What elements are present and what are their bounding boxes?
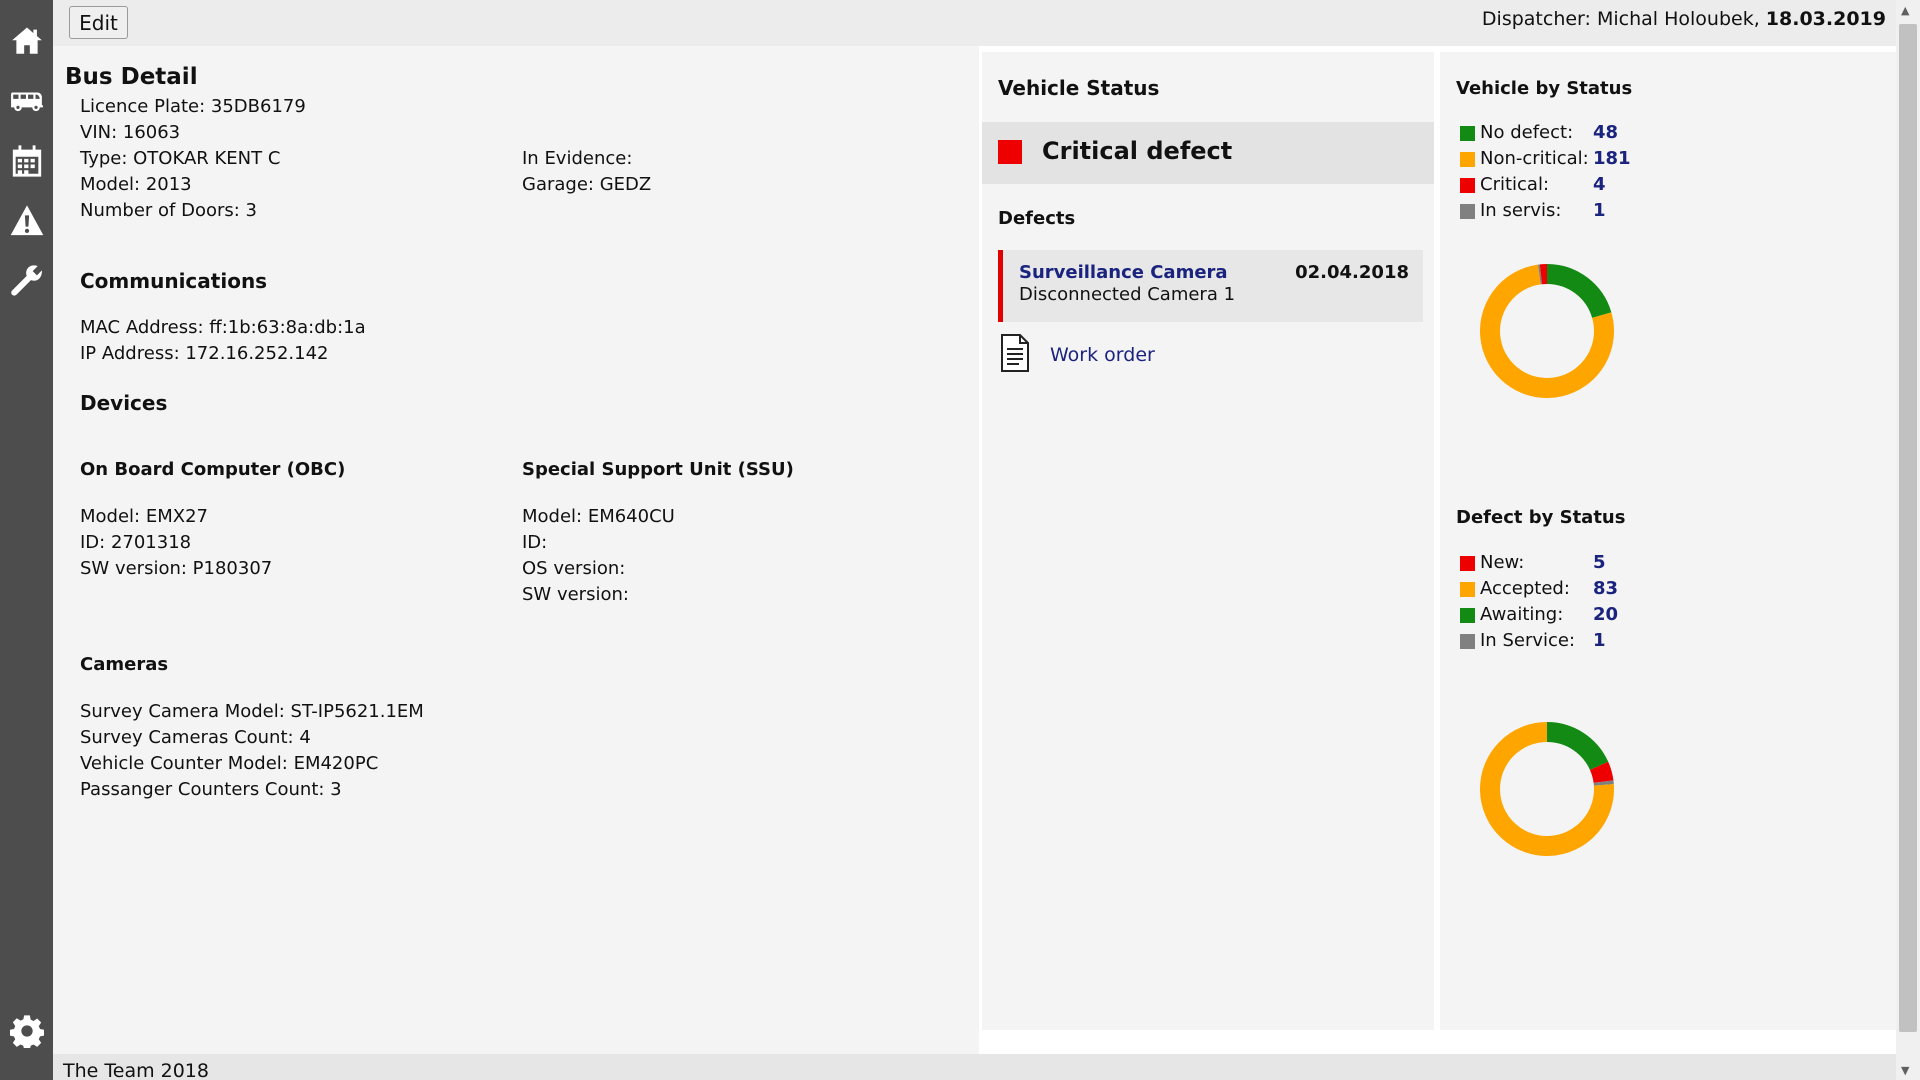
vertical-scrollbar[interactable]: ▲ ▼ bbox=[1896, 0, 1920, 1080]
defect-date: 02.04.2018 bbox=[1295, 262, 1409, 283]
ssu-model: Model: EM640CU bbox=[522, 506, 675, 527]
passenger-counters-count: Passanger Counters Count: 3 bbox=[80, 779, 342, 800]
bus-model: Model: 2013 bbox=[80, 174, 192, 195]
legend-value-link[interactable]: 48 bbox=[1593, 122, 1618, 143]
nav-calendar[interactable] bbox=[0, 136, 53, 186]
nav-alerts[interactable] bbox=[0, 196, 53, 246]
footer-text: The Team 2018 bbox=[63, 1060, 209, 1080]
legend-label: New: bbox=[1480, 552, 1525, 573]
in-evidence: In Evidence: bbox=[522, 148, 633, 169]
legend-value-link[interactable]: 1 bbox=[1593, 200, 1606, 221]
defect-description: Disconnected Camera 1 bbox=[1019, 284, 1236, 305]
legend-color-swatch bbox=[1460, 204, 1475, 219]
legend-value-link[interactable]: 1 bbox=[1593, 630, 1606, 651]
donut-slice bbox=[1546, 722, 1609, 771]
legend-label: Awaiting: bbox=[1480, 604, 1564, 625]
legend-value-link[interactable]: 181 bbox=[1593, 148, 1631, 169]
scroll-down-arrow-icon[interactable]: ▼ bbox=[1901, 1064, 1909, 1077]
legend-label: In Service: bbox=[1480, 630, 1576, 651]
obc-title: On Board Computer (OBC) bbox=[80, 459, 346, 480]
bus-icon bbox=[10, 92, 43, 112]
obc-id: ID: 2701318 bbox=[80, 532, 192, 553]
ssu-id: ID: bbox=[522, 532, 548, 553]
defects-title: Defects bbox=[998, 208, 1076, 229]
left-nav-rail bbox=[0, 0, 53, 1080]
legend-color-swatch bbox=[1460, 582, 1475, 597]
bus-detail-title: Bus Detail bbox=[65, 64, 198, 90]
ssu-title: Special Support Unit (SSU) bbox=[522, 459, 794, 480]
legend-color-swatch bbox=[1460, 126, 1475, 141]
dispatcher-info: Dispatcher: Michal Holoubek, 18.03.2019 bbox=[1482, 8, 1886, 30]
legend-color-swatch bbox=[1460, 556, 1475, 571]
bus-detail-panel: Bus Detail Licence Plate: 35DB6179 VIN: … bbox=[53, 46, 979, 1054]
vehicle-status-bar: Critical defect bbox=[982, 122, 1434, 184]
vin: VIN: 16063 bbox=[80, 122, 181, 143]
vehicle-by-status-title: Vehicle by Status bbox=[1456, 78, 1633, 99]
ssu-sw-version: SW version: bbox=[522, 584, 629, 605]
nav-service[interactable] bbox=[0, 256, 53, 306]
edit-button[interactable]: Edit bbox=[69, 6, 128, 39]
calendar-icon bbox=[12, 145, 41, 177]
vehicle-by-status-donut bbox=[1480, 264, 1614, 398]
legend-label: Non-critical: bbox=[1480, 148, 1589, 169]
scroll-up-arrow-icon[interactable]: ▲ bbox=[1901, 4, 1909, 17]
legend-label: In servis: bbox=[1480, 200, 1562, 221]
vehicle-status-panel: Vehicle Status Critical defect Defects S… bbox=[982, 52, 1434, 1030]
legend-value-link[interactable]: 83 bbox=[1593, 578, 1618, 599]
donut-slice bbox=[1589, 761, 1614, 784]
legend-value-link[interactable]: 5 bbox=[1593, 552, 1606, 573]
obc-model: Model: EMX27 bbox=[80, 506, 208, 527]
garage: Garage: GEDZ bbox=[522, 174, 652, 195]
ssu-os-version: OS version: bbox=[522, 558, 626, 579]
mac-address: MAC Address: ff:1b:63:8a:db:1a bbox=[80, 317, 366, 338]
work-order-link[interactable]: Work order bbox=[1050, 344, 1155, 366]
vehicle-status-label: Critical defect bbox=[1042, 137, 1233, 165]
devices-title: Devices bbox=[80, 391, 168, 415]
legend-color-swatch bbox=[1460, 152, 1475, 167]
licence-plate: Licence Plate: 35DB6179 bbox=[80, 96, 306, 117]
defect-title: Surveillance Camera bbox=[1019, 262, 1228, 283]
document-icon bbox=[1001, 334, 1029, 372]
nav-settings[interactable] bbox=[0, 1006, 53, 1056]
top-bar: Edit Dispatcher: Michal Holoubek, 18.03.… bbox=[53, 0, 1896, 46]
home-icon bbox=[11, 27, 42, 54]
legend-label: Critical: bbox=[1480, 174, 1550, 195]
number-of-doors: Number of Doors: 3 bbox=[80, 200, 258, 221]
legend-color-swatch bbox=[1460, 634, 1475, 649]
nav-buses[interactable] bbox=[0, 76, 53, 126]
warning-icon bbox=[10, 205, 43, 236]
defect-by-status-title: Defect by Status bbox=[1456, 507, 1626, 528]
defect-item[interactable]: Surveillance Camera Disconnected Camera … bbox=[998, 250, 1423, 322]
legend-value-link[interactable]: 4 bbox=[1593, 174, 1606, 195]
legend-value-link[interactable]: 20 bbox=[1593, 604, 1618, 625]
gear-icon bbox=[9, 1015, 44, 1048]
nav-home[interactable] bbox=[0, 16, 53, 66]
vehicle-counter-model: Vehicle Counter Model: EM420PC bbox=[80, 753, 379, 774]
legend-label: Accepted: bbox=[1480, 578, 1570, 599]
cameras-title: Cameras bbox=[80, 654, 169, 675]
legend-color-swatch bbox=[1460, 178, 1475, 193]
dispatcher-name: Dispatcher: Michal Holoubek, bbox=[1481, 8, 1760, 30]
survey-cameras-count: Survey Cameras Count: 4 bbox=[80, 727, 311, 748]
wrench-icon bbox=[10, 265, 42, 296]
donut-slice bbox=[1546, 264, 1612, 319]
legend-label: No defect: bbox=[1480, 122, 1574, 143]
bus-type: Type: OTOKAR KENT C bbox=[80, 148, 281, 169]
ip-address: IP Address: 172.16.252.142 bbox=[80, 343, 329, 364]
vehicle-status-title: Vehicle Status bbox=[998, 76, 1160, 100]
legend-color-swatch bbox=[1460, 608, 1475, 623]
current-date: 18.03.2019 bbox=[1765, 8, 1886, 30]
statistics-panel: Vehicle by Status No defect: 48 Non-critic… bbox=[1440, 52, 1896, 1030]
communications-title: Communications bbox=[80, 269, 268, 293]
scrollbar-thumb[interactable] bbox=[1899, 24, 1917, 1032]
survey-camera-model: Survey Camera Model: ST-IP5621.1EM bbox=[80, 701, 424, 722]
obc-sw-version: SW version: P180307 bbox=[80, 558, 273, 579]
defect-by-status-donut bbox=[1480, 722, 1614, 856]
critical-status-indicator bbox=[998, 140, 1022, 164]
footer: The Team 2018 bbox=[53, 1054, 1896, 1080]
